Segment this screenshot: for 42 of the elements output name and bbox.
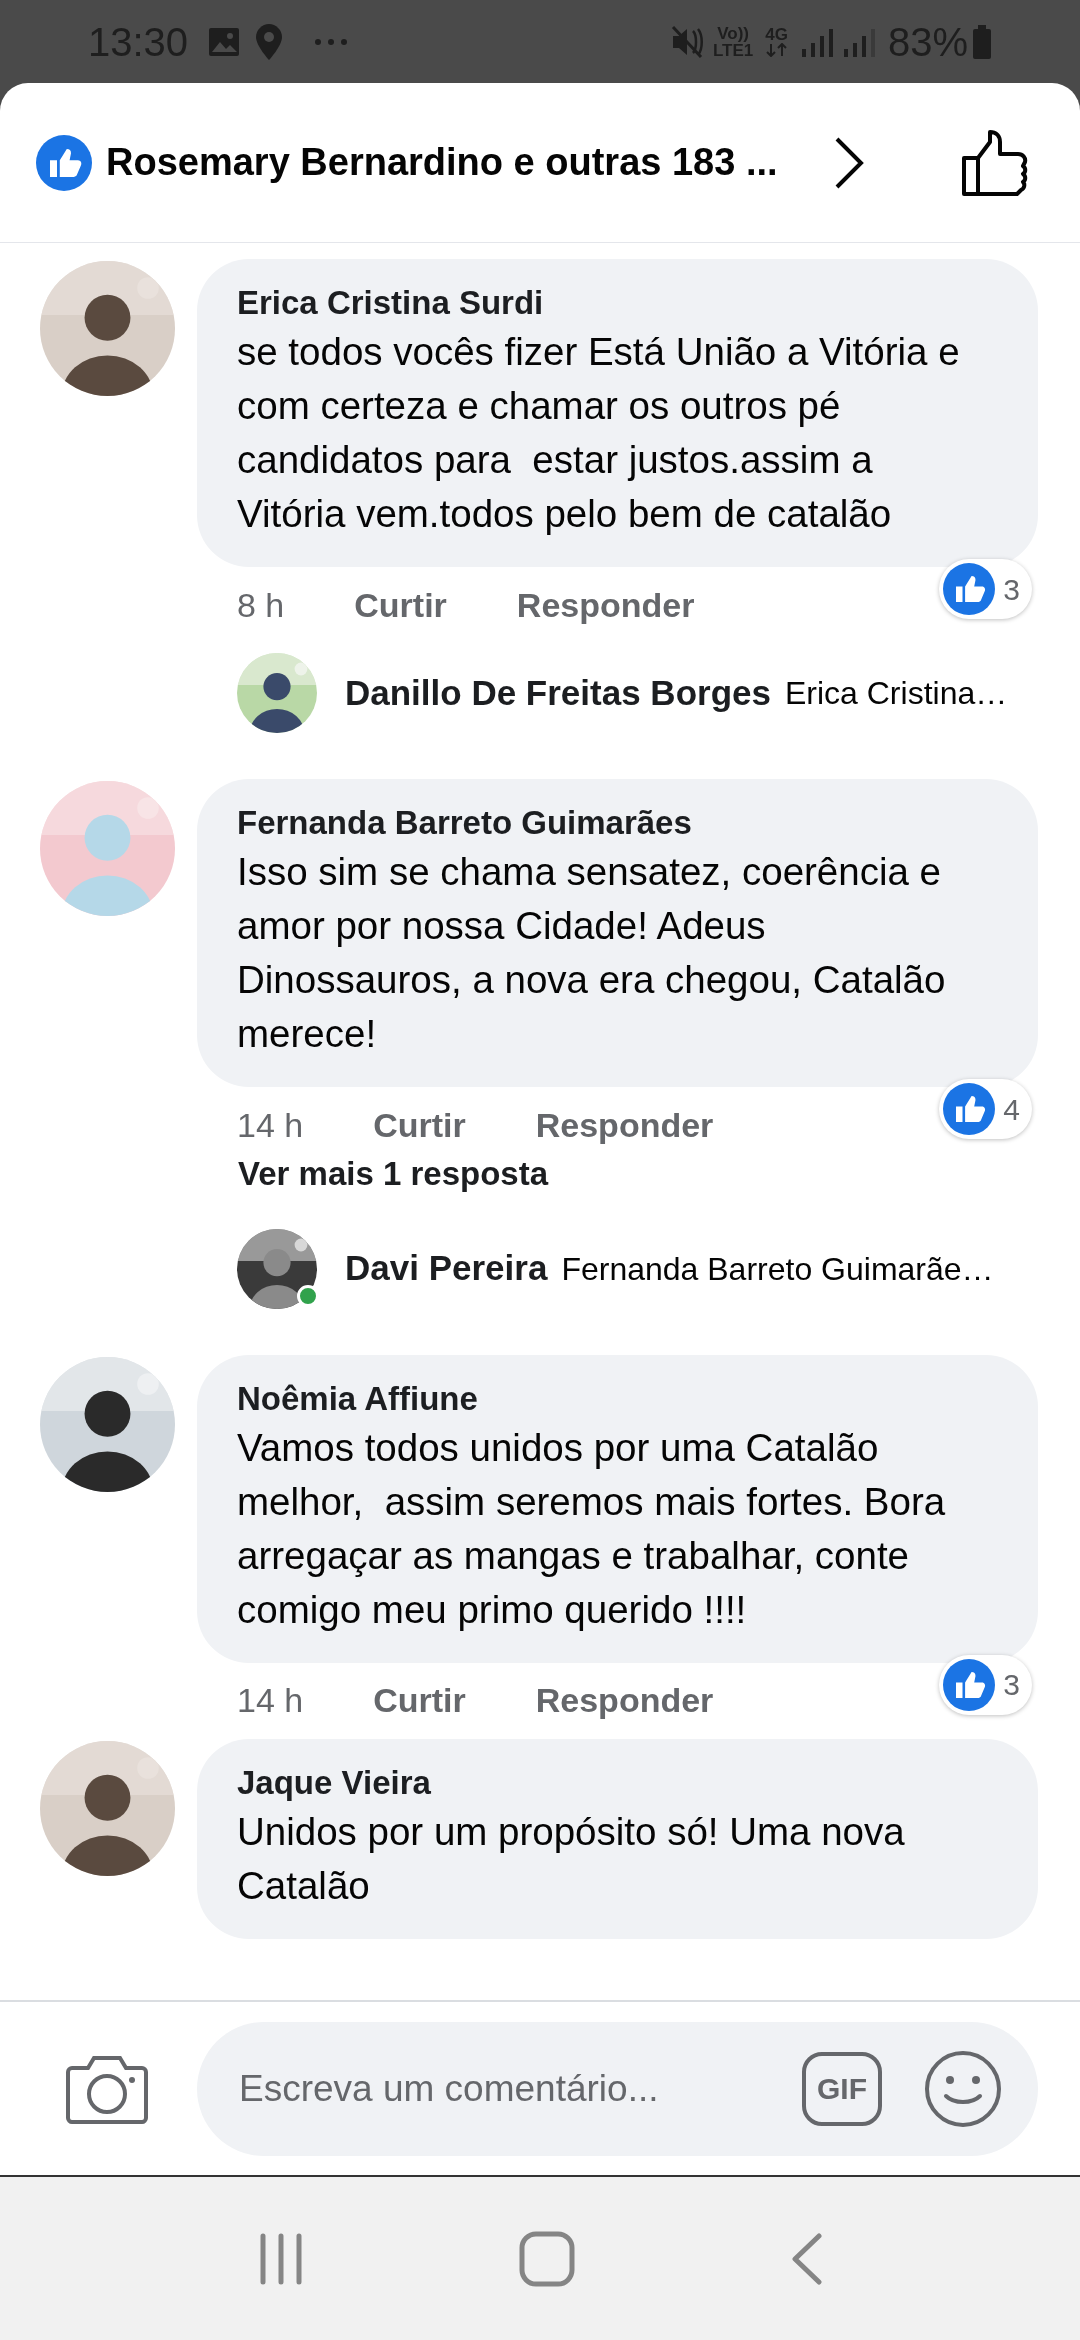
commenter-name[interactable]: Fernanda Barreto Guimarães [237,801,978,845]
reply-link[interactable]: Responder [535,1675,714,1726]
like-icon [943,563,996,615]
reply-author[interactable]: Davi Pereira [345,1242,548,1295]
back-icon[interactable] [789,2232,823,2285]
reaction-badge[interactable]: 3 [939,1654,1032,1715]
commenter-name[interactable]: Erica Cristina Surdi [237,281,978,325]
home-icon[interactable] [519,2230,575,2287]
reactions-title[interactable]: Rosemary Bernardino e outras 183 ... [106,134,778,191]
data-arrows-icon [765,43,788,57]
comment-time: 8 h [237,584,285,626]
comment-text: Isso sim se chama sensatez, coerência e amor por nossa Cidade! Adeus Dinossauros, a nova era chegou, Catalão merece! [237,849,947,1057]
gif-button[interactable]: GIF [802,2051,882,2126]
comment-input[interactable]: Escreva um comentário... GIF [197,2021,1038,2156]
comment-time: 14 h [237,1680,304,1721]
emoji-icon[interactable] [924,2049,1002,2128]
comment-text: se todos vocês fizer Está União a Vitória e com certeza e chamar os outros pé candidatos para estar justos.assim a Vitória vem.todos pelo bem de catalão [237,329,961,537]
comment-text: Vamos todos unidos por uma Catalão melhor, assim seremos mais fortes. Bora arregaçar as mangas e trabalhar, conte comigo meu primo querido !!!! [237,1424,947,1633]
reply-preview[interactable]: Erica Cristina… [784,669,1008,717]
like-icon [943,1658,996,1711]
mute-icon [670,24,705,59]
gallery-icon [208,26,241,57]
like-link[interactable]: Curtir [373,1675,466,1726]
reaction-badge[interactable]: 3 [939,559,1032,619]
more-replies-link[interactable]: Ver mais 1 resposta [238,1155,549,1192]
reply-link[interactable]: Responder [535,1099,714,1151]
reaction-badge[interactable]: 4 [939,1079,1032,1139]
comment-time: 14 h [237,1104,304,1146]
reply-author[interactable]: Danillo De Freitas Borges [345,666,771,720]
comment-text: Unidos por um propósito só! Uma nova Catalão [237,1808,906,1909]
like-icon[interactable] [960,127,1030,198]
battery-icon [972,24,992,59]
commenter-name[interactable]: Noêmia Affiune [237,1376,978,1421]
like-link[interactable]: Curtir [354,579,447,631]
more-icon [314,37,349,46]
like-icon [36,134,92,191]
reply-link[interactable]: Responder [516,579,695,631]
location-icon [256,23,283,60]
commenter-name[interactable]: Jaque Vieira [237,1760,978,1805]
reply-preview[interactable]: Fernanda Barreto Guimarãe… [561,1244,994,1293]
like-link[interactable]: Curtir [373,1099,466,1151]
like-icon [943,1083,996,1135]
